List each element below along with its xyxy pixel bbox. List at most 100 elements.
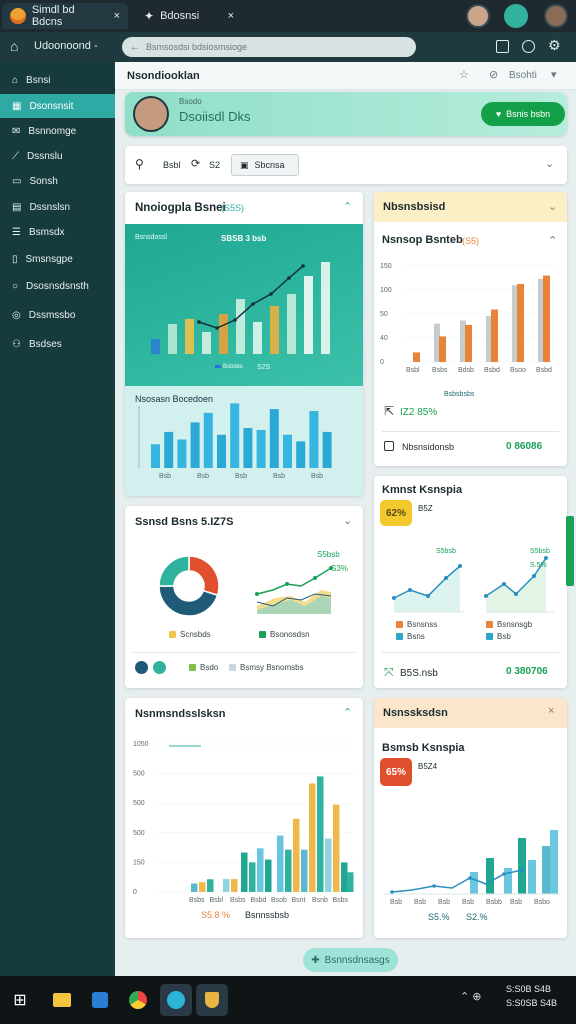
trend-point xyxy=(468,876,472,880)
sidebar-item-list[interactable]: ☰ Bsmsdx xyxy=(0,220,115,244)
chart-bar xyxy=(269,409,279,468)
sidebar-item-status[interactable]: ○ Dsosnsdsnsth xyxy=(0,274,115,298)
x-tick-label: Bsbl xyxy=(406,367,420,374)
chart-icon: ⟋ xyxy=(12,150,19,162)
area-fill xyxy=(394,566,460,612)
chevron-up-icon[interactable]: ⌃ xyxy=(343,200,352,213)
chevron-up-icon[interactable]: ⌃ xyxy=(548,234,557,247)
profile-action-button[interactable]: ♥ Bsnis bsbn xyxy=(481,102,565,126)
tab-active[interactable]: Simdl bd Bdcns × xyxy=(2,3,128,29)
card-title: Nsnsop Bsnteb xyxy=(382,234,463,246)
sidebar-item-calendar[interactable]: ▤ Dssnslsn xyxy=(0,195,115,219)
x-tick-label: Bsnt xyxy=(292,897,306,904)
folder-icon[interactable] xyxy=(46,984,78,1016)
home-icon: ⌂ xyxy=(12,74,19,86)
chevron-icon[interactable]: ⌃ xyxy=(343,706,352,719)
browser-icon[interactable] xyxy=(122,984,154,1016)
chart-bar-orange xyxy=(543,275,550,362)
sidebar-item-document[interactable]: ▯ Smsnsgpe xyxy=(0,247,115,271)
link-icon[interactable]: ⊘ xyxy=(489,68,498,81)
chart-legend: Bsbsbsbs xyxy=(444,391,475,398)
export-icon[interactable]: ⤧ xyxy=(384,665,394,680)
chart-badge-left: S5bsb xyxy=(436,548,456,555)
chevron-down-icon[interactable]: ⌄ xyxy=(545,157,554,170)
close-icon[interactable]: × xyxy=(228,10,234,22)
sidebar-item-mail[interactable]: ✉ Bsnnomge xyxy=(0,119,115,143)
sidebar-item-chart[interactable]: ⟋ Dssnslu xyxy=(0,144,115,168)
y-tick-label: 0 xyxy=(133,889,137,896)
trend-point xyxy=(502,582,506,586)
combo-bar-line-chart: Bsb Bsb Bsb Bsb Bsbb Bsb Bsbo xyxy=(384,830,560,906)
header-action[interactable]: Bsohti xyxy=(509,70,537,81)
sidebar-item-settings[interactable]: ◎ Dssmssbo xyxy=(0,303,115,327)
tray-icons[interactable]: ⌃ ⊕ xyxy=(460,990,482,1003)
chevron-icon[interactable]: ⌄ xyxy=(548,200,557,213)
card-header-title: Nsnssksdsn xyxy=(383,707,448,719)
clock-date[interactable]: S:S0SB S4B xyxy=(506,998,557,1008)
card-badge: (S5S) xyxy=(221,203,245,213)
profile-icon[interactable] xyxy=(504,4,528,28)
legend-swatch xyxy=(215,365,221,368)
y-tick-label: 50 xyxy=(380,311,388,318)
badge-value: 62% xyxy=(385,507,406,519)
extension-icon[interactable] xyxy=(496,40,509,53)
notification-icon[interactable] xyxy=(522,40,535,53)
url-field[interactable]: ← Bsmsosdsi bdsiosmsioge xyxy=(122,37,416,57)
sidebar-item-label: Sonsh xyxy=(29,175,58,187)
chevron-icon[interactable]: ⌄ xyxy=(343,514,352,527)
shield-icon[interactable] xyxy=(196,984,228,1016)
card-teal-chart: Nnoiogpla Bsnei (S5S) ⌃ Bsnsdossl SBSB 3… xyxy=(125,192,363,496)
stat-label: Bsnnssbsb xyxy=(245,910,290,920)
chart-bar xyxy=(321,262,330,354)
chart-bar xyxy=(296,441,306,468)
folder-shape xyxy=(53,993,71,1007)
trend-point xyxy=(444,576,448,580)
checkbox-icon[interactable] xyxy=(384,441,394,451)
chart-bar xyxy=(341,862,348,892)
avatar[interactable] xyxy=(544,4,568,28)
filter-b[interactable]: S2 xyxy=(209,160,220,170)
sidebar-item-home[interactable]: ⌂ Bsnsi xyxy=(0,68,115,92)
sidebar-item-label: Bsnnomge xyxy=(28,125,77,137)
home-icon[interactable]: ⌂ xyxy=(10,38,18,54)
card-combo-chart: Nsnssksdsn × Bsmsb Ksnspia 65% B5Z4 Bsb B… xyxy=(374,698,567,938)
legend-item: Scnsbds xyxy=(169,630,211,639)
back-icon[interactable]: ← xyxy=(130,42,140,53)
scroll-indicator[interactable] xyxy=(566,516,574,586)
refresh-icon[interactable]: ⟳ xyxy=(191,157,200,170)
legend-swatch xyxy=(189,664,196,671)
edge-icon[interactable] xyxy=(160,984,192,1016)
store-icon[interactable] xyxy=(84,984,116,1016)
document-icon: ▯ xyxy=(12,253,18,265)
sidebar-item-chat[interactable]: ▭ Sonsh xyxy=(0,169,115,193)
pie-slice xyxy=(158,555,190,587)
search-icon[interactable]: ⚲ xyxy=(135,157,144,171)
legend-label: Bsnsnss xyxy=(407,620,438,629)
filter-button[interactable]: ▣ Sbcnsa xyxy=(231,154,299,176)
export-icon[interactable]: ⇱ xyxy=(384,404,394,418)
filter-a[interactable]: Bsbl xyxy=(163,160,181,170)
menu-icon[interactable]: ▾ xyxy=(551,68,557,81)
info-icon[interactable] xyxy=(135,661,148,674)
star-icon[interactable]: ☆ xyxy=(459,68,469,81)
y-tick-label: 500 xyxy=(133,830,145,837)
sidebar-item-label: Bsnsi xyxy=(26,74,51,86)
chart-bar-orange xyxy=(439,336,446,362)
footer-label: B5S.nsb xyxy=(400,668,438,679)
filter-bar: ⚲ Bsbl ⟳ S2 ▣ Sbcnsa ⌄ xyxy=(125,146,567,184)
legend-label: Bsbsbs xyxy=(223,364,243,370)
sidebar-item-dashboard[interactable]: ▦ Dsonsnsit xyxy=(0,94,115,118)
start-icon[interactable]: ⊞ xyxy=(4,984,36,1016)
settings-icon[interactable]: ⚙ xyxy=(548,37,561,54)
orange-grey-bar-chart: 150 100 50 40 0 Bsbl Bsbs Bdsb Bsbd Bsoo Bsbd xyxy=(380,263,556,374)
trend-point xyxy=(313,576,317,580)
clock-time[interactable]: S:S0B S4B xyxy=(506,984,551,994)
close-icon[interactable]: × xyxy=(548,705,554,717)
stat-pct-left: S5.% xyxy=(428,912,450,922)
bottom-action-button[interactable]: ✚ Bsnnsdnsasgs xyxy=(303,948,398,972)
avatar[interactable] xyxy=(466,4,490,28)
tab-second[interactable]: ✦ Bdosnsi × xyxy=(136,3,242,29)
sidebar-item-users[interactable]: ⚇ Bsdses xyxy=(0,332,115,356)
close-icon[interactable]: × xyxy=(114,10,120,22)
sidebar-item-label: Bsdses xyxy=(28,338,62,350)
